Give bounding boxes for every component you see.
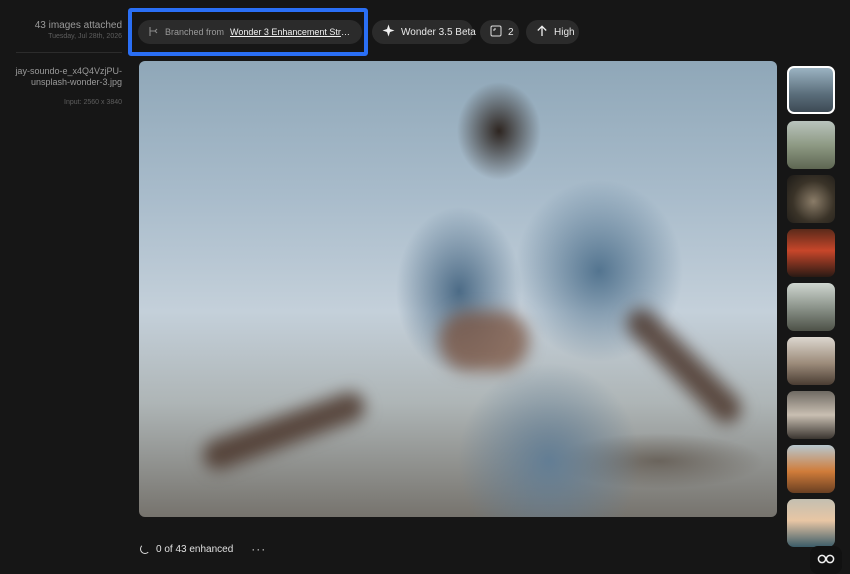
thumbnail-item[interactable]	[787, 445, 835, 493]
enhanced-progress-text: 0 of 43 enhanced	[156, 543, 234, 555]
thumbnail-item[interactable]	[787, 391, 835, 439]
thumbnail-item[interactable]	[787, 175, 835, 223]
quality-label: High	[554, 26, 575, 38]
main-image-preview[interactable]	[139, 61, 777, 517]
model-selector-button[interactable]: Wonder 3.5 Beta	[372, 20, 476, 44]
sparkle-icon	[382, 24, 395, 40]
image-blur-shape	[198, 387, 370, 475]
images-attached-count: 43 images attached	[34, 20, 122, 31]
more-options-button[interactable]: ···	[251, 542, 266, 556]
image-blur-shape	[439, 311, 529, 371]
output-count-label: 2	[508, 26, 514, 38]
thumbnail-item[interactable]	[787, 66, 835, 114]
divider	[16, 52, 122, 53]
input-dimensions: Input: 2560 x 3840	[64, 99, 122, 106]
attached-date: Tuesday, Jul 28th, 2026	[48, 33, 122, 40]
enhancement-status: 0 of 43 enhanced ···	[140, 541, 266, 557]
image-filename: jay-soundo-e_x4Q4VzjPU-unsplash-wonder-3…	[15, 66, 122, 87]
image-blur-shape	[620, 302, 748, 430]
quality-selector-button[interactable]: High	[526, 20, 579, 44]
grid-frame-icon	[490, 25, 502, 40]
thumbnail-item[interactable]	[787, 283, 835, 331]
link-icon	[817, 551, 835, 569]
compare-toggle-button[interactable]	[810, 546, 842, 574]
highlight-box	[128, 8, 368, 56]
thumbnail-item[interactable]	[787, 499, 835, 547]
thumbnail-item[interactable]	[787, 229, 835, 277]
model-label: Wonder 3.5 Beta	[401, 26, 476, 38]
thumbnail-item[interactable]	[787, 121, 835, 169]
thumbnail-item[interactable]	[787, 337, 835, 385]
output-count-button[interactable]: 2	[480, 20, 519, 44]
loading-spinner-icon	[140, 544, 150, 554]
arrow-up-icon	[536, 24, 548, 40]
